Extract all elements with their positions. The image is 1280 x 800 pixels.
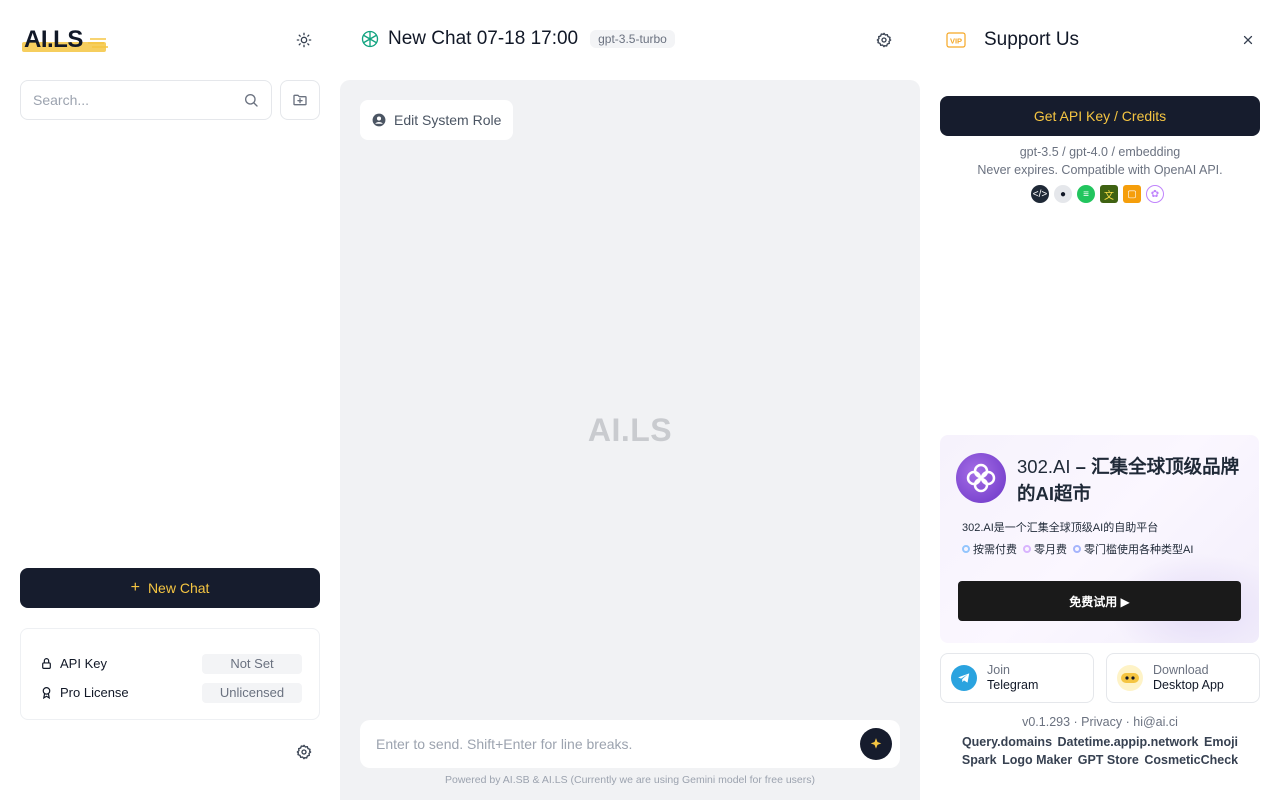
sidebar: AI.LS Search... + New Chat API Key Not S… bbox=[0, 0, 340, 800]
footer-link[interactable]: Datetime.appip.network bbox=[1058, 735, 1199, 749]
logo-text: AI.LS bbox=[24, 26, 83, 53]
promo-tag: 零月费 bbox=[1023, 541, 1067, 557]
award-icon bbox=[38, 685, 54, 701]
search-box bbox=[20, 80, 272, 120]
free-trial-button[interactable]: 免费试用 ▶ bbox=[958, 581, 1241, 621]
version-privacy-contact[interactable]: v0.1.293 · Privacy · hi@ai.ci bbox=[940, 715, 1260, 729]
download-desktop-app-button[interactable]: Download Desktop App bbox=[1106, 653, 1260, 703]
promo-subtitle: 302.AI是一个汇集全球顶级AI的自助平台 bbox=[962, 522, 1159, 534]
download-line1: Download bbox=[1153, 663, 1209, 677]
setting-label: API Key bbox=[60, 656, 107, 671]
search-icon[interactable] bbox=[243, 92, 259, 108]
sun-icon bbox=[296, 32, 312, 48]
chat-settings-button[interactable] bbox=[870, 26, 898, 54]
message-composer bbox=[360, 720, 900, 768]
send-button[interactable] bbox=[860, 728, 892, 760]
footer-link[interactable]: Logo Maker bbox=[1002, 753, 1072, 767]
telegram-icon bbox=[951, 665, 977, 691]
openai-app-icon[interactable]: ✿ bbox=[1146, 185, 1164, 203]
promo-title: 302.AI – 汇集全球顶级品牌的AI超市 bbox=[1017, 453, 1247, 507]
settings-button[interactable] bbox=[290, 738, 318, 766]
folder-plus-icon bbox=[293, 94, 307, 106]
setting-row-pro-license[interactable]: Pro License Unlicensed bbox=[38, 678, 302, 707]
get-api-key-button[interactable]: Get API Key / Credits bbox=[940, 96, 1260, 136]
user-circle-icon bbox=[372, 113, 386, 127]
api-description-line1: gpt-3.5 / gpt-4.0 / embedding bbox=[1019, 145, 1181, 159]
footer-link[interactable]: CosmeticCheck bbox=[1144, 753, 1238, 767]
setting-value-badge: Unlicensed bbox=[202, 682, 302, 703]
gear-icon bbox=[296, 744, 312, 760]
frame-app-icon[interactable]: ▢ bbox=[1123, 185, 1141, 203]
setting-label: Pro License bbox=[60, 685, 129, 700]
close-panel-button[interactable] bbox=[1234, 26, 1262, 54]
support-title: Support Us bbox=[984, 29, 1080, 50]
api-description-line2: Never expires. Compatible with OpenAI AP… bbox=[977, 163, 1223, 177]
setting-row-api-key[interactable]: API Key Not Set bbox=[38, 649, 302, 678]
new-chat-label: New Chat bbox=[147, 580, 210, 596]
telegram-line2: Telegram bbox=[987, 678, 1039, 692]
footer-link[interactable]: Emoji bbox=[1204, 735, 1238, 749]
flower-logo-icon bbox=[956, 453, 1006, 503]
promo-banner-302ai[interactable]: 302.AI – 汇集全球顶级品牌的AI超市 302.AI是一个汇集全球顶级AI… bbox=[940, 435, 1259, 643]
edit-system-role-button[interactable]: Edit System Role bbox=[360, 100, 514, 140]
svg-text:VIP: VIP bbox=[950, 37, 962, 46]
vip-icon: VIP bbox=[946, 32, 966, 48]
plus-icon: + bbox=[130, 579, 140, 596]
model-badge[interactable]: gpt-3.5-turbo bbox=[590, 30, 675, 48]
system-role-label: Edit System Role bbox=[394, 112, 502, 128]
chat-title[interactable]: New Chat 07-18 17:00 bbox=[388, 28, 578, 50]
settings-card: API Key Not Set Pro License Unlicensed bbox=[20, 628, 320, 720]
chat-title-group: New Chat 07-18 17:00 gpt-3.5-turbo bbox=[360, 28, 675, 50]
openai-logo-icon bbox=[361, 30, 379, 48]
sparkle-send-icon bbox=[870, 738, 882, 749]
telegram-line1: Join bbox=[987, 663, 1010, 677]
new-folder-button[interactable] bbox=[280, 80, 320, 120]
gear-icon bbox=[876, 32, 892, 48]
message-input[interactable] bbox=[376, 736, 860, 752]
powered-by-footer: Powered by AI.SB & AI.LS (Currently we a… bbox=[445, 774, 815, 786]
footer-link[interactable]: Query.domains bbox=[962, 735, 1052, 749]
app-logo[interactable]: AI.LS bbox=[20, 26, 110, 54]
watermark-logo: AI.LS bbox=[587, 412, 673, 448]
footer-links: Query.domains Datetime.appip.network Emo… bbox=[960, 733, 1240, 769]
promo-brand: 302.AI bbox=[1017, 456, 1071, 477]
logo-speed-lines-icon bbox=[88, 38, 108, 48]
app-root: AI.LS Search... + New Chat API Key Not S… bbox=[0, 0, 1280, 800]
join-telegram-button[interactable]: Join Telegram bbox=[940, 653, 1094, 703]
lock-icon bbox=[38, 656, 54, 672]
code-app-icon[interactable]: </> bbox=[1031, 185, 1049, 203]
translate-app-icon[interactable]: 文 bbox=[1100, 185, 1118, 203]
footer-link[interactable]: GPT Store bbox=[1078, 753, 1139, 767]
support-panel: VIP Support Us Get API Key / Credits gpt… bbox=[920, 0, 1280, 800]
setting-value-badge: Not Set bbox=[202, 653, 302, 674]
robot-app-icon bbox=[1117, 665, 1143, 691]
promo-tag: 零门槛使用各种类型AI bbox=[1073, 541, 1193, 557]
partner-icons: </> ● ≡ 文 ▢ ✿ bbox=[1031, 185, 1164, 203]
chat-header: New Chat 07-18 17:00 gpt-3.5-turbo bbox=[340, 0, 920, 80]
promo-tags: 按需付费 零月费 零门槛使用各种类型AI bbox=[962, 541, 1193, 557]
download-line2: Desktop App bbox=[1153, 678, 1224, 692]
promo-tag: 按需付费 bbox=[962, 541, 1017, 557]
footer-link[interactable]: Spark bbox=[962, 753, 997, 767]
theme-toggle-button[interactable] bbox=[290, 26, 318, 54]
chat-bubble-app-icon[interactable]: ≡ bbox=[1077, 185, 1095, 203]
cat-app-icon[interactable]: ● bbox=[1054, 185, 1072, 203]
search-input[interactable] bbox=[33, 92, 243, 108]
new-chat-button[interactable]: + New Chat bbox=[20, 568, 320, 608]
close-icon bbox=[1243, 35, 1253, 45]
chat-area: Edit System Role AI.LS Powered by AI.SB … bbox=[340, 80, 920, 800]
